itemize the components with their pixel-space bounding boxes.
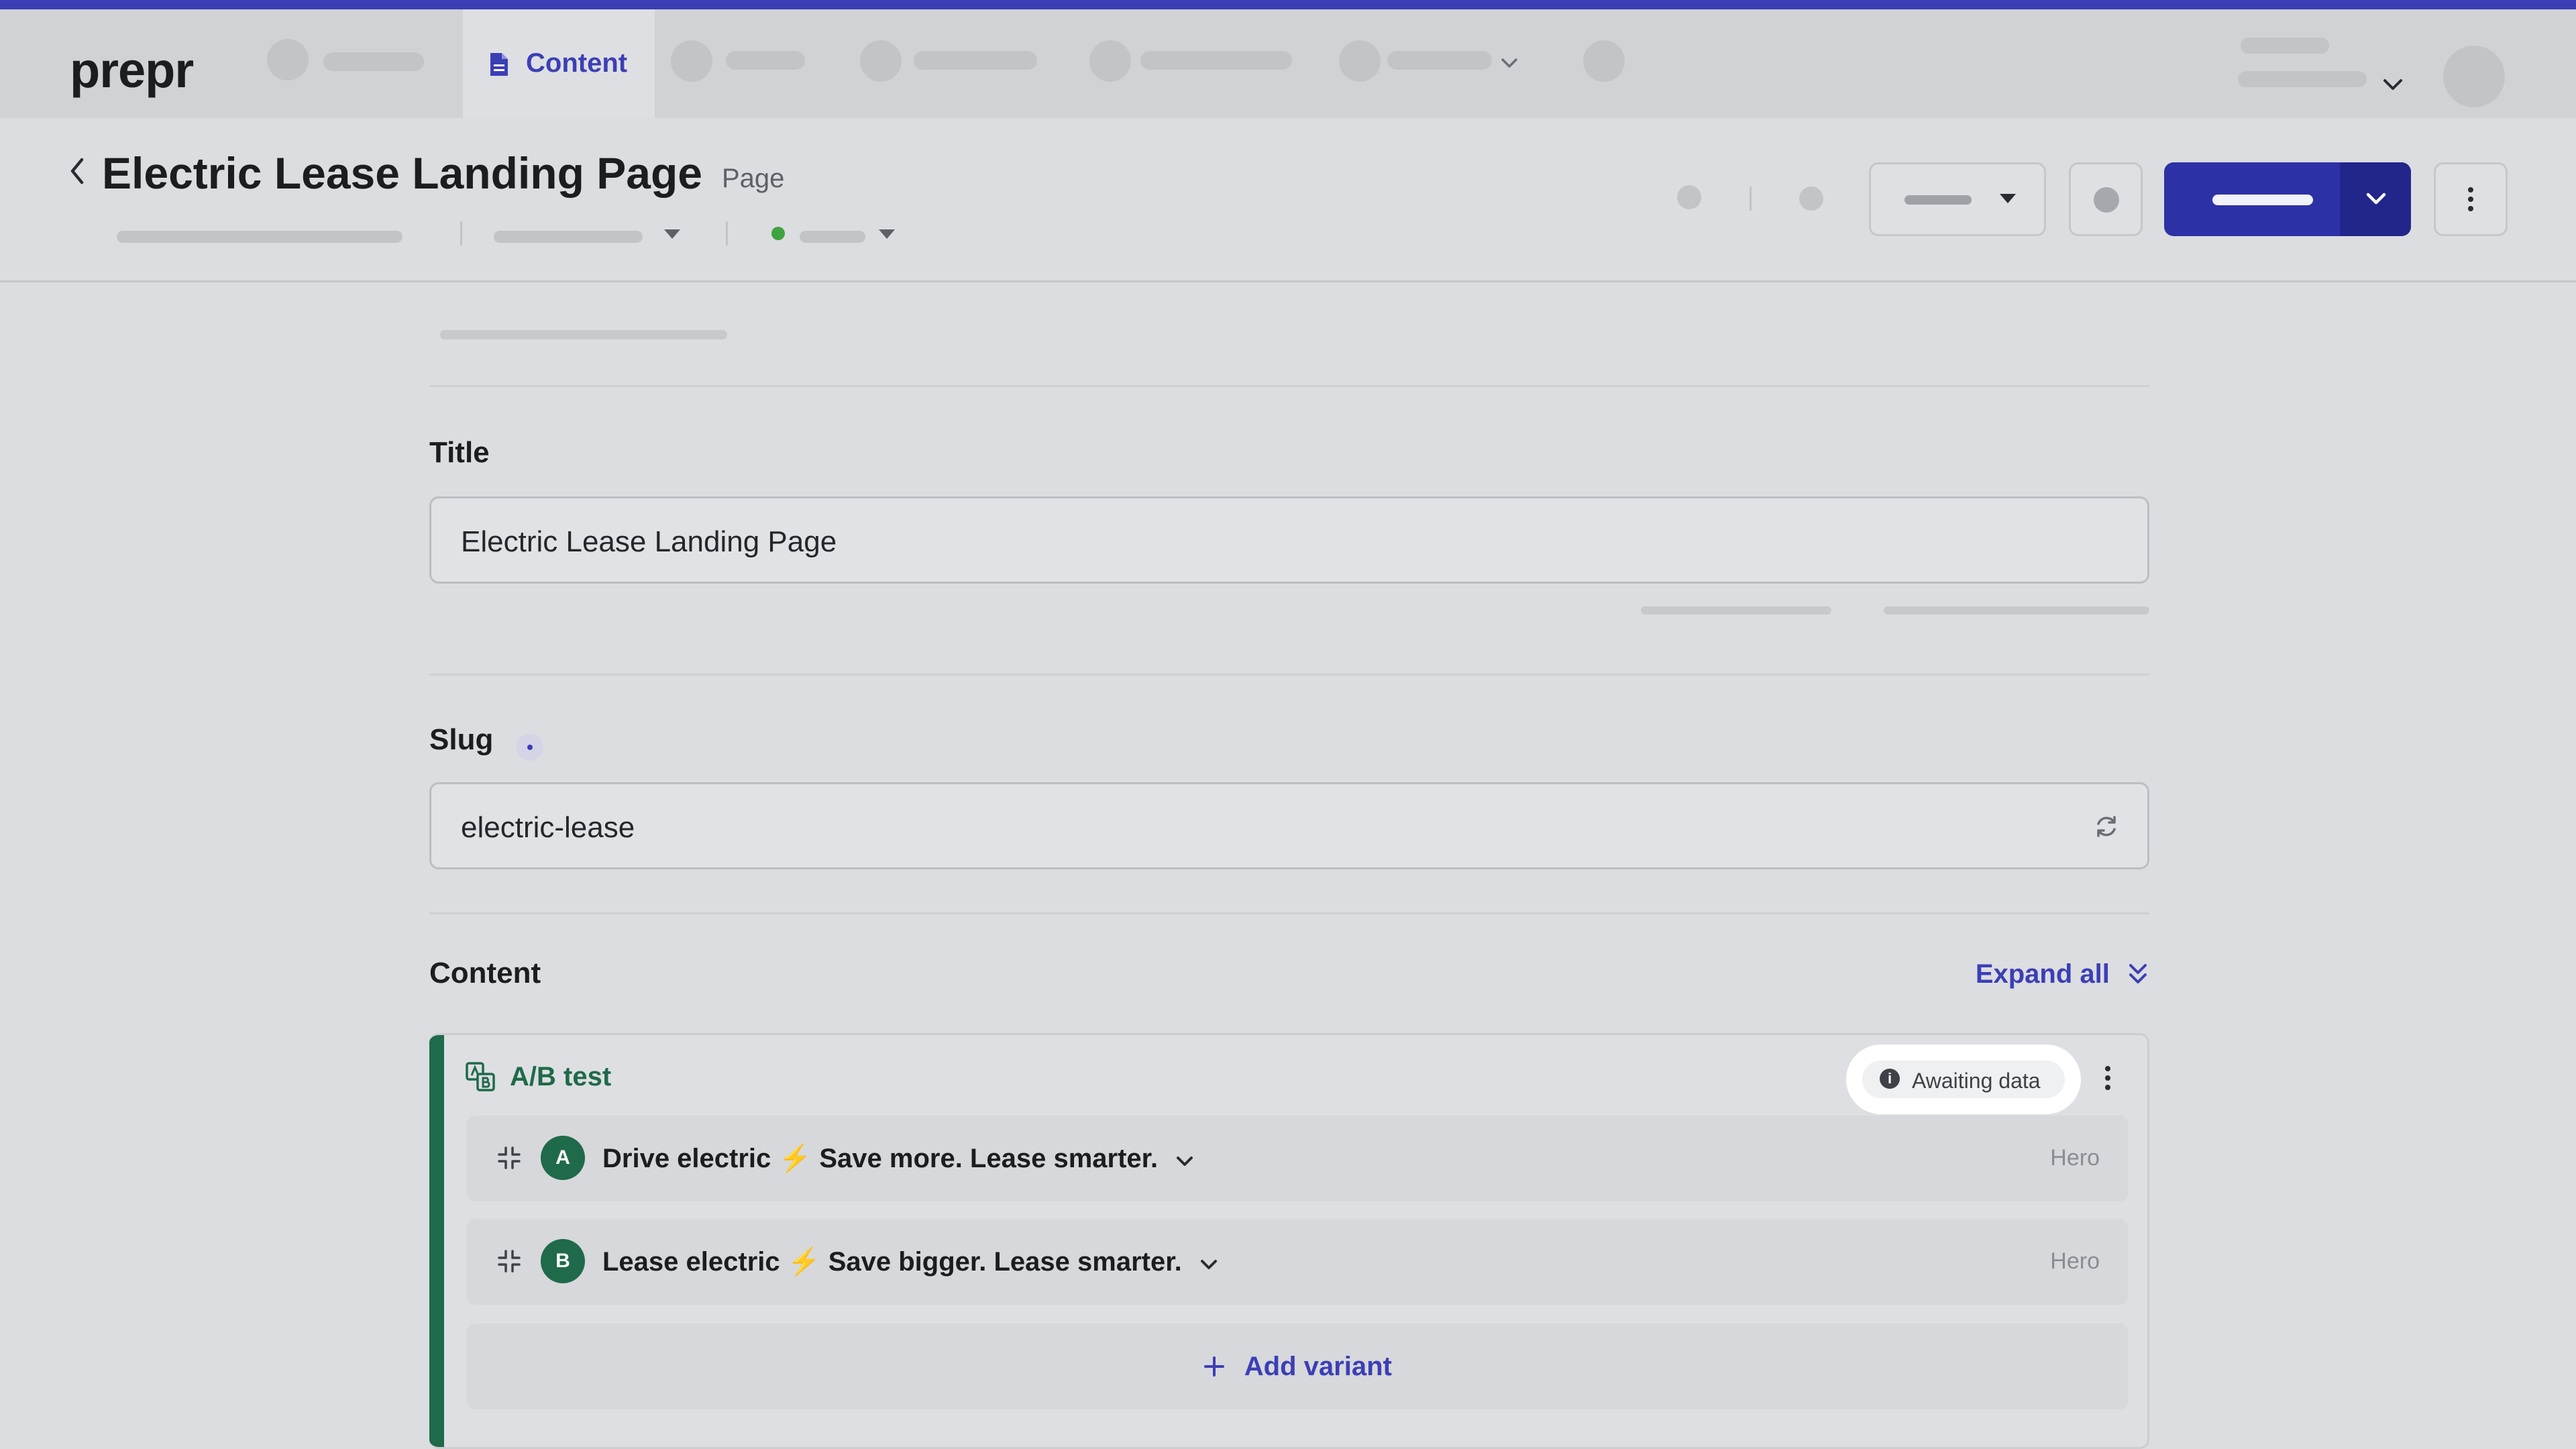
content-label: Content (429, 957, 541, 989)
status-badge: i Awaiting data (1846, 1044, 2081, 1114)
slug-input[interactable]: electric-lease (429, 782, 2149, 869)
ab-test-title: A/B test (510, 1062, 612, 1091)
nav-item-5-icon[interactable] (1089, 40, 1131, 82)
variant-row-a[interactable]: A Drive electric ⚡ Save more. Lease smar… (467, 1116, 2128, 1201)
nav-item-1-label[interactable] (323, 52, 424, 71)
add-variant-content: Add variant (467, 1352, 2128, 1382)
publish-options-toggle[interactable] (2340, 162, 2411, 236)
meta-separator (460, 221, 462, 246)
avatar[interactable] (2443, 46, 2505, 107)
workspace-sub[interactable] (2238, 71, 2367, 87)
chevron-down-icon (2366, 193, 2386, 205)
variant-title: Drive electric ⚡ Save more. Lease smarte… (602, 1142, 1195, 1174)
slug-input-value: electric-lease (461, 811, 635, 844)
divider (429, 385, 2149, 387)
slug-label: Slug (429, 723, 494, 756)
nav-item-6-label[interactable] (1387, 51, 1492, 70)
info-icon: i (1880, 1069, 1900, 1089)
variant-type: Hero (2050, 1248, 2100, 1274)
header-action-1[interactable] (1677, 185, 1701, 209)
workspace-chevron-down-icon[interactable] (2381, 76, 2404, 93)
variant-badge: B (541, 1239, 585, 1283)
lightning-icon: ⚡ (787, 1247, 821, 1277)
caret-down-icon[interactable] (877, 228, 896, 240)
nav-item-4-label[interactable] (914, 51, 1037, 70)
expand-all-label: Expand all (1975, 959, 2110, 989)
language-select[interactable] (1869, 162, 2046, 236)
nav-item-7-icon[interactable] (1583, 40, 1625, 82)
chevron-left-icon[interactable] (67, 156, 87, 186)
header-action-2[interactable] (1799, 186, 1823, 211)
variant-name: Drive electric (602, 1144, 771, 1173)
status-badge-text: Awaiting data (1912, 1069, 2041, 1093)
variant-title: Lease electric ⚡ Save bigger. Lease smar… (602, 1246, 1219, 1277)
section-placeholder (440, 330, 727, 339)
meta-placeholder-1 (117, 231, 402, 243)
header-separator (1750, 186, 1752, 211)
nav-item-4-icon[interactable] (860, 40, 902, 82)
add-variant-button[interactable]: Add variant (467, 1324, 2128, 1409)
top-accent-line (0, 0, 2576, 9)
variant-type: Hero (2050, 1145, 2100, 1171)
slug-required-dot (517, 734, 543, 761)
page-header: Electric Lease Landing Page Page (0, 118, 2576, 282)
tab-content-label: Content (526, 48, 628, 78)
ab-test-more-icon[interactable] (2104, 1065, 2112, 1091)
ab-test-stripe (429, 1035, 444, 1447)
add-variant-label: Add variant (1244, 1352, 1392, 1381)
divider (429, 912, 2149, 914)
page-type-badge: Page (722, 164, 785, 193)
refresh-icon[interactable] (2092, 812, 2121, 841)
chevron-down-icon[interactable] (1199, 1257, 1219, 1272)
language-select-label (1904, 195, 1972, 205)
drag-handle-icon[interactable] (496, 1145, 522, 1171)
meta-placeholder-3[interactable] (800, 231, 865, 243)
caret-down-icon[interactable] (663, 228, 682, 240)
nav-item-1-icon[interactable] (267, 39, 309, 80)
workspace-name[interactable] (2241, 38, 2329, 54)
divider (429, 674, 2149, 676)
meta-separator (726, 221, 728, 246)
publish-button[interactable] (2164, 162, 2411, 236)
top-nav: prepr (0, 9, 2576, 118)
chevron-down-icon[interactable] (1175, 1154, 1195, 1169)
title-hint-1 (1641, 606, 1831, 614)
ab-test-icon (466, 1062, 495, 1091)
title-input-value: Electric Lease Landing Page (461, 525, 837, 558)
variant-row-b[interactable]: B Lease electric ⚡ Save bigger. Lease sm… (467, 1219, 2128, 1305)
kebab-icon (2468, 187, 2473, 211)
preview-button[interactable] (2069, 162, 2143, 236)
page-title: Electric Lease Landing Page (102, 148, 702, 198)
nav-item-3-label[interactable] (726, 51, 805, 70)
caret-down-icon (2000, 194, 2016, 203)
status-dot (771, 227, 785, 240)
variant-tagline: Save bigger. Lease smarter. (828, 1247, 1182, 1277)
meta-placeholder-2[interactable] (494, 231, 643, 243)
prepr-logo[interactable]: prepr (70, 42, 194, 99)
tab-content[interactable]: Content (463, 9, 655, 118)
nav-item-3-icon[interactable] (671, 40, 712, 82)
nav-item-5-label[interactable] (1140, 51, 1292, 70)
title-label: Title (429, 436, 490, 469)
publish-button-label (2212, 195, 2313, 205)
document-icon (490, 53, 508, 76)
more-options-button[interactable] (2434, 162, 2508, 236)
lightning-icon: ⚡ (778, 1144, 812, 1173)
expand-all-button[interactable]: Expand all (1976, 959, 2149, 989)
variant-badge: A (541, 1136, 585, 1180)
title-input[interactable]: Electric Lease Landing Page (429, 496, 2149, 584)
plus-icon (1204, 1356, 1225, 1377)
double-chevron-down-icon (2129, 964, 2147, 983)
variant-tagline: Save more. Lease smarter. (819, 1144, 1159, 1173)
title-hint-2 (1884, 606, 2149, 614)
ab-test-block: A/B test i Awaiting data A Drive electri… (429, 1033, 2149, 1449)
nav-item-6-icon[interactable] (1339, 40, 1381, 82)
variant-name: Lease electric (602, 1247, 780, 1277)
chevron-down-icon[interactable] (1500, 56, 1519, 70)
preview-icon (2094, 187, 2119, 213)
slug-required-marker (527, 745, 533, 750)
drag-handle-icon[interactable] (496, 1248, 522, 1274)
